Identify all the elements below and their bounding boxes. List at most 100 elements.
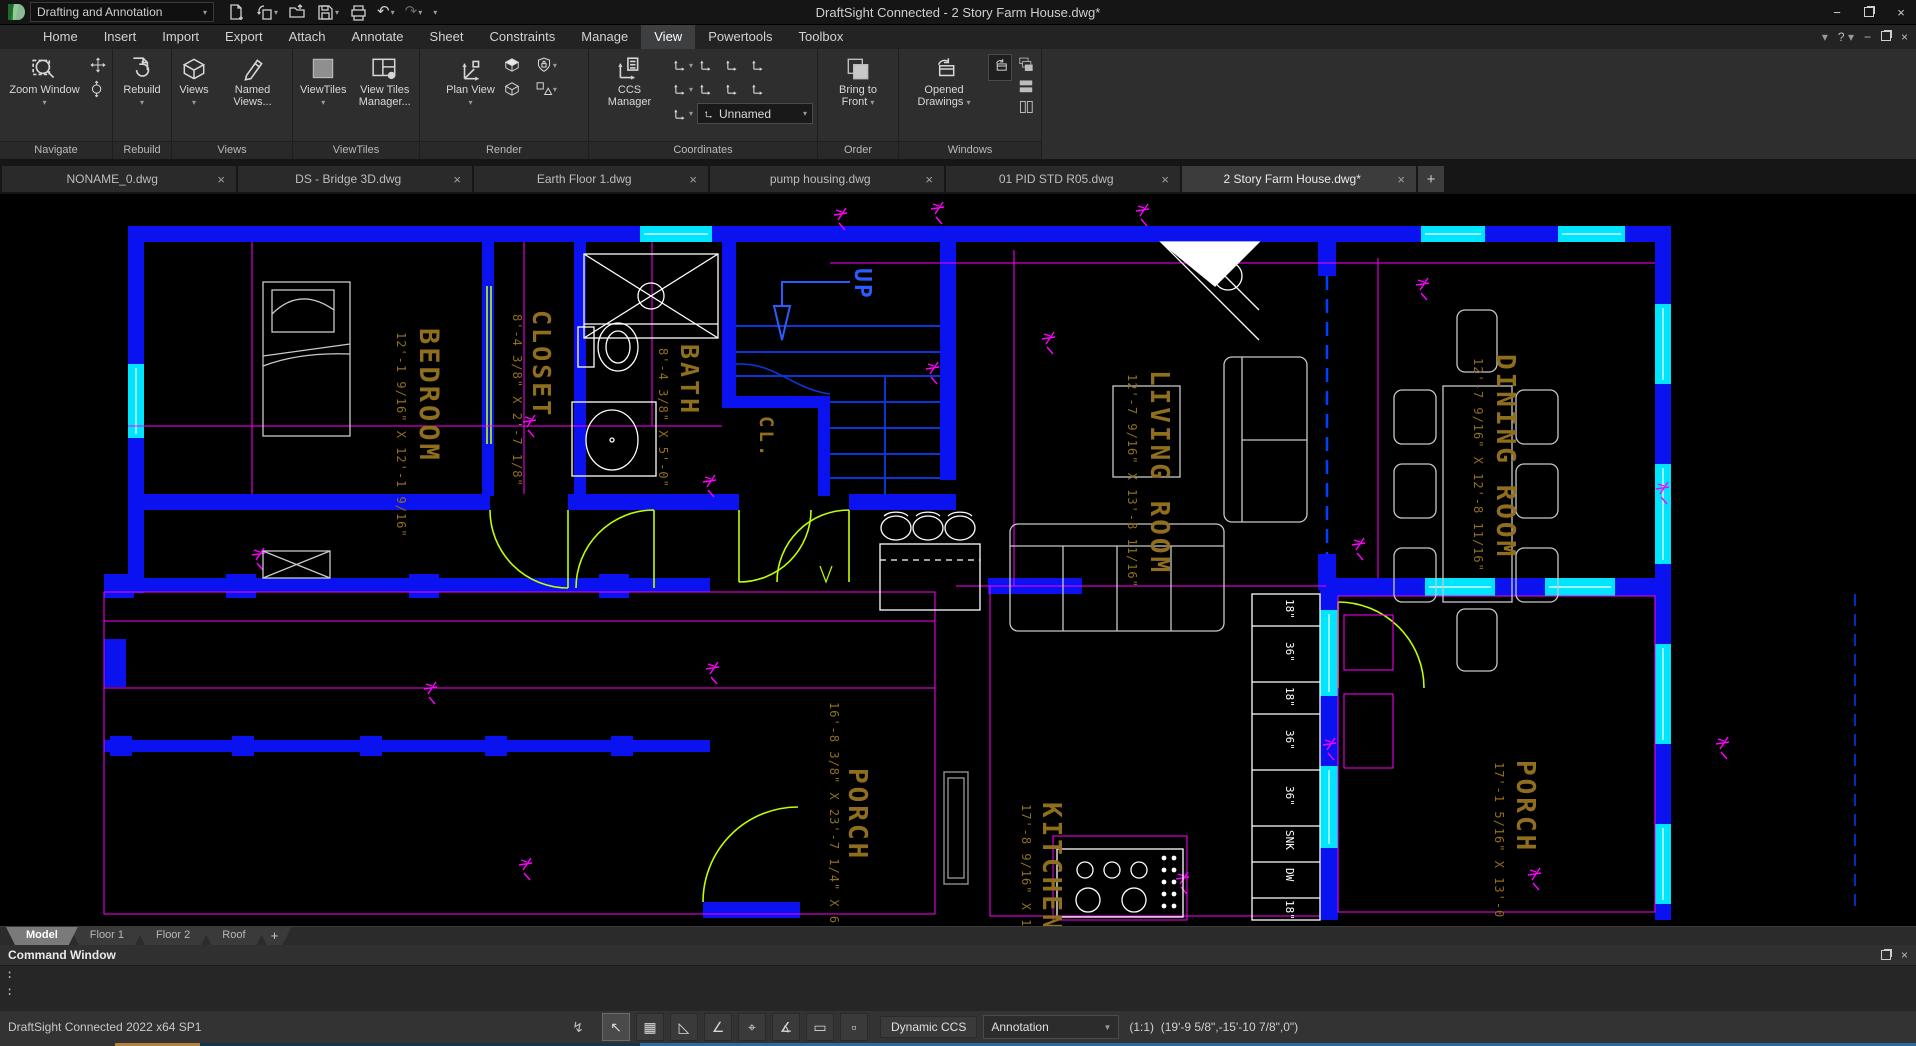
selection-toggle-icon[interactable]: ▭	[806, 1013, 834, 1041]
views-button[interactable]: Views▾	[176, 54, 212, 110]
menu-tab-sheet[interactable]: Sheet	[417, 25, 477, 49]
ccs-previous-icon[interactable]	[749, 56, 773, 74]
document-tab-label: 2 Story Farm House.dwg*	[1190, 172, 1394, 186]
customize-qat-button[interactable]: ▾	[429, 7, 440, 18]
save-button[interactable]: ▾	[313, 2, 342, 22]
wireframe-view-icon[interactable]	[503, 80, 533, 98]
new-document-tab-button[interactable]: +	[1418, 166, 1444, 192]
group-name-order: Order	[818, 141, 898, 159]
menu-tab-constraints[interactable]: Constraints	[477, 25, 569, 49]
workspace-dropdown[interactable]: Drafting and Annotation▾	[30, 2, 214, 22]
pan-icon[interactable]	[89, 56, 107, 74]
polar-toggle-icon[interactable]: ∠	[704, 1013, 732, 1041]
document-tab[interactable]: pump housing.dwg×	[710, 166, 944, 192]
mdi-close-button[interactable]: ×	[1901, 30, 1908, 44]
tile-vertically-icon[interactable]	[1017, 98, 1035, 116]
etrack-toggle-icon[interactable]: ∡	[772, 1013, 800, 1041]
document-tab[interactable]: Earth Floor 1.dwg×	[474, 166, 708, 192]
zoom-dynamic-icon[interactable]	[89, 80, 107, 98]
document-tab[interactable]: 01 PID STD R05.dwg×	[946, 166, 1180, 192]
opened-drawings-button[interactable]: Opened Drawings ▾	[905, 54, 983, 110]
close-command-window-icon[interactable]: ×	[1901, 948, 1908, 962]
menu-tab-view[interactable]: View	[641, 25, 695, 49]
close-tab-icon[interactable]: ×	[1158, 172, 1172, 187]
ccs-entity-icon[interactable]	[697, 80, 721, 98]
tile-horizontally-icon[interactable]	[1017, 77, 1035, 95]
ccs-manager-button[interactable]: CCS Manager	[593, 54, 666, 109]
ortho-toggle-icon[interactable]: ◺	[670, 1013, 698, 1041]
document-tab[interactable]: DS - Bridge 3D.dwg×	[238, 166, 472, 192]
rebuild-button[interactable]: Rebuild▾	[120, 54, 163, 110]
menu-tab-powertools[interactable]: Powertools	[695, 25, 785, 49]
annotation-scale-dropdown[interactable]: Annotation▼	[983, 1015, 1119, 1039]
close-tab-icon[interactable]: ×	[450, 172, 464, 187]
ccs-named-icon[interactable]: ▾	[671, 105, 693, 123]
menu-tab-import[interactable]: Import	[149, 25, 212, 49]
import-button[interactable]: ▾	[252, 2, 281, 22]
mdi-restore-button[interactable]	[1881, 30, 1891, 44]
cascade-windows-icon[interactable]	[1017, 56, 1035, 74]
mdi-minimize-button[interactable]: −	[1864, 30, 1871, 44]
menu-tab-insert[interactable]: Insert	[91, 25, 150, 49]
sheet-tab-model[interactable]: Model	[6, 927, 78, 945]
menu-tab-attach[interactable]: Attach	[276, 25, 339, 49]
plan-view-button[interactable]: Plan View▾	[443, 54, 498, 110]
new-file-button[interactable]	[224, 2, 248, 22]
ccs-3axis-icon[interactable]	[749, 80, 773, 98]
undo-button[interactable]: ↶▾	[374, 4, 398, 20]
bring-to-front-button[interactable]: Bring to Front ▾	[822, 54, 894, 110]
menu-tab-export[interactable]: Export	[212, 25, 276, 49]
named-views-button[interactable]: Named Views...	[217, 54, 288, 109]
menu-tab-home[interactable]: Home	[30, 25, 91, 49]
float-panel-icon[interactable]	[1881, 950, 1891, 960]
redo-button[interactable]: ↷▾	[402, 4, 426, 20]
sheet-tab-roof[interactable]: Roof	[202, 927, 265, 945]
sheet-tab-floor-1[interactable]: Floor 1	[70, 927, 144, 945]
workspace-value: Drafting and Annotation	[37, 5, 162, 19]
ccs-icon[interactable]: ▾	[671, 56, 695, 74]
ccs-origin-icon[interactable]	[697, 56, 721, 74]
draw-geometry-icon[interactable]: ▾	[535, 80, 565, 98]
restore-button[interactable]	[1854, 1, 1884, 23]
command-window[interactable]: Command Window × ::	[0, 945, 1916, 1011]
ccs-z-rotate-icon[interactable]	[723, 80, 747, 98]
ribbon-collapse-icon[interactable]: ▾	[1822, 30, 1828, 44]
ccs-world-icon[interactable]	[723, 56, 747, 74]
menu-tab-annotate[interactable]: Annotate	[338, 25, 416, 49]
viewtiles-button[interactable]: ViewTiles▾	[297, 54, 349, 110]
quick-access-toolbar: ▾ ▾ ↶▾ ↷▾ ▾	[224, 2, 440, 22]
command-prompt-line[interactable]: :	[0, 983, 1916, 1000]
document-tab[interactable]: 2 Story Farm House.dwg*×	[1182, 166, 1416, 192]
close-tab-icon[interactable]: ×	[922, 172, 936, 187]
menu-tab-manage[interactable]: Manage	[568, 25, 641, 49]
close-tab-icon[interactable]: ×	[686, 172, 700, 187]
svg-text:17'-8 9/16" X 14'-2 7/16": 17'-8 9/16" X 14'-2 7/16"	[1019, 804, 1033, 926]
snap-toggle-icon[interactable]: ↖	[602, 1013, 630, 1041]
close-button[interactable]: ×	[1886, 1, 1916, 23]
view-tiles-manager-button[interactable]: View Tiles Manager...	[354, 54, 415, 109]
print-button[interactable]	[346, 2, 370, 22]
shield-lock-icon[interactable]: ▾	[535, 56, 565, 74]
minimize-button[interactable]: −	[1822, 1, 1852, 23]
sheet-tab-floor-2[interactable]: Floor 2	[136, 927, 210, 945]
close-tab-icon[interactable]: ×	[214, 172, 228, 187]
group-name-windows: Windows	[899, 141, 1041, 159]
drawing-canvas[interactable]: BEDROOMCLOSETBATHCL.LIVING ROOMDINING RO…	[0, 194, 1916, 926]
document-tab[interactable]: NONAME_0.dwg×	[2, 166, 236, 192]
ccs-3point-icon[interactable]: ▾	[671, 80, 695, 98]
ccs-named-dropdown[interactable]: Unnamed ▾	[697, 103, 813, 124]
shaded-view-icon[interactable]	[503, 56, 533, 74]
new-drawing-window-button[interactable]	[988, 54, 1012, 81]
new-sheet-button[interactable]: +	[258, 927, 292, 945]
close-tab-icon[interactable]: ×	[1394, 172, 1408, 187]
open-button[interactable]	[285, 2, 309, 22]
menu-tab-toolbox[interactable]: Toolbox	[786, 25, 857, 49]
dynamic-ccs-button[interactable]: Dynamic CCS	[880, 1016, 977, 1038]
dynamic-input-toggle-icon[interactable]: ▫	[840, 1013, 868, 1041]
grid-toggle-icon[interactable]: ▦	[636, 1013, 664, 1041]
help-button[interactable]: ? ▾	[1838, 30, 1854, 44]
zoom-window-button[interactable]: Zoom Window ▾	[6, 54, 84, 110]
esnap-toggle-icon[interactable]: ⌖	[738, 1013, 766, 1041]
command-prompt-line[interactable]: :	[0, 966, 1916, 983]
pointer-toggle-icon[interactable]: ↯	[568, 1014, 588, 1040]
